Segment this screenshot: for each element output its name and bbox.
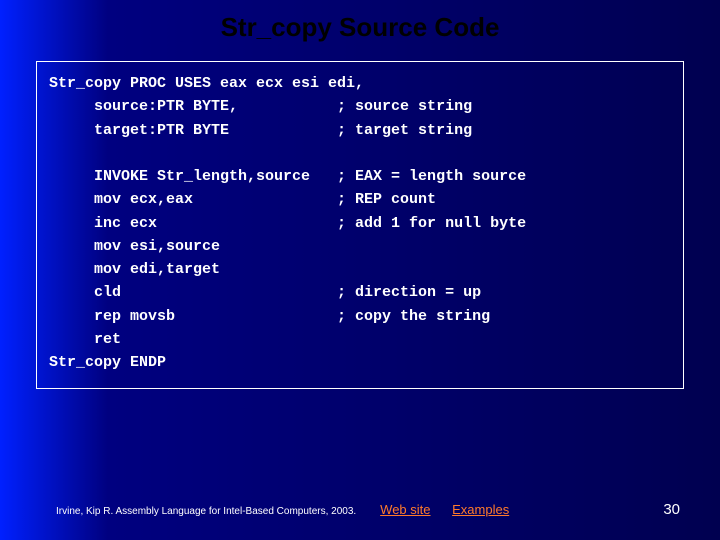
page-number: 30 <box>663 501 680 518</box>
code-line: INVOKE Str_length,source ; EAX = length … <box>49 168 526 185</box>
slide-title: Str_copy Source Code <box>0 0 720 61</box>
citation-text: Irvine, Kip R. Assembly Language for Int… <box>56 506 356 517</box>
code-line: inc ecx ; add 1 for null byte <box>49 215 526 232</box>
examples-link[interactable]: Examples <box>452 502 509 517</box>
code-line: Str_copy ENDP <box>49 354 166 371</box>
code-line: mov esi,source <box>49 238 220 255</box>
code-line: mov edi,target <box>49 261 220 278</box>
footer-links: Web site Examples <box>380 502 663 517</box>
code-line: source:PTR BYTE, ; source string <box>49 98 472 115</box>
footer: Irvine, Kip R. Assembly Language for Int… <box>0 501 720 518</box>
code-line: ret <box>49 331 121 348</box>
code-line: cld ; direction = up <box>49 284 481 301</box>
code-line: mov ecx,eax ; REP count <box>49 191 436 208</box>
web-site-link[interactable]: Web site <box>380 502 430 517</box>
code-listing: Str_copy PROC USES eax ecx esi edi, sour… <box>49 72 671 374</box>
code-line: target:PTR BYTE ; target string <box>49 122 472 139</box>
code-box: Str_copy PROC USES eax ecx esi edi, sour… <box>36 61 684 389</box>
code-line: rep movsb ; copy the string <box>49 308 490 325</box>
code-line: Str_copy PROC USES eax ecx esi edi, <box>49 75 364 92</box>
